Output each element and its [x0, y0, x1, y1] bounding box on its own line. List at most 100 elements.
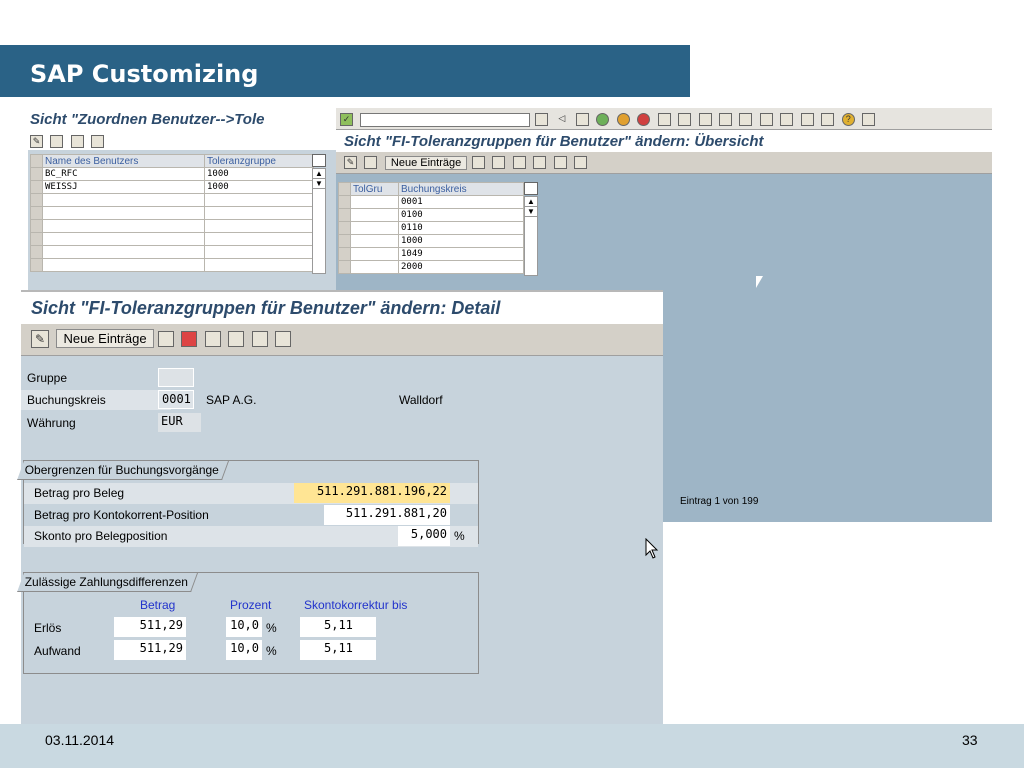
- help-icon[interactable]: ?: [841, 113, 855, 127]
- undo-icon[interactable]: [512, 156, 526, 170]
- layout-menu-icon[interactable]: [862, 113, 876, 127]
- group-cell[interactable]: 1000: [204, 180, 314, 194]
- previous-page-icon[interactable]: [739, 113, 753, 127]
- table-row[interactable]: 1049: [338, 247, 524, 261]
- table-row[interactable]: [30, 219, 314, 233]
- table-row[interactable]: [30, 206, 314, 220]
- vertical-scrollbar[interactable]: ▲ ▼: [524, 196, 538, 276]
- erloes-skonto-field[interactable]: 5,11: [300, 617, 376, 637]
- detail-title: Sicht "FI-Toleranzgruppen für Benutzer" …: [21, 290, 663, 324]
- aufwand-percent-sign: %: [266, 644, 277, 658]
- table-row[interactable]: WEISSJ 1000: [30, 180, 314, 194]
- beleg-label: Betrag pro Beleg: [34, 486, 125, 500]
- company-name: SAP A.G.: [206, 393, 257, 407]
- copy-icon[interactable]: [471, 156, 485, 170]
- row-selector-header: [30, 154, 43, 168]
- last-page-icon[interactable]: [780, 113, 794, 127]
- table-row[interactable]: 0110: [338, 221, 524, 235]
- skonto-percent-sign: %: [454, 529, 465, 543]
- shortcut-icon[interactable]: [821, 113, 835, 127]
- table-settings-icon[interactable]: [524, 182, 538, 195]
- back-icon[interactable]: [596, 113, 610, 127]
- table-row[interactable]: 0001: [338, 195, 524, 209]
- table-row[interactable]: [30, 232, 314, 246]
- display-icon[interactable]: [364, 156, 378, 170]
- bukrs-cell: 0110: [398, 221, 524, 235]
- erloes-percent-sign: %: [266, 621, 277, 635]
- first-page-icon[interactable]: [718, 113, 732, 127]
- col-bukrs-header: Buchungskreis: [398, 182, 524, 196]
- user-cell: BC_RFC: [42, 167, 205, 181]
- exit-icon[interactable]: [616, 113, 630, 127]
- scroll-down-icon[interactable]: ▼: [313, 179, 325, 189]
- scroll-down-icon[interactable]: ▼: [525, 207, 537, 217]
- table-row[interactable]: [30, 245, 314, 259]
- find-icon[interactable]: [678, 113, 692, 127]
- new-entries-button[interactable]: Neue Einträge: [56, 329, 154, 348]
- bukrs-field[interactable]: 0001: [158, 390, 194, 409]
- system-toolbar: ✓ ◁ ?: [336, 108, 992, 130]
- command-field[interactable]: [360, 112, 531, 127]
- save-icon[interactable]: [575, 113, 589, 127]
- aufwand-prozent-field[interactable]: 10,0: [226, 640, 262, 660]
- entry-counter: Eintrag 1 von 199: [680, 496, 759, 507]
- delete-icon[interactable]: [181, 330, 198, 347]
- erloes-prozent-field[interactable]: 10,0: [226, 617, 262, 637]
- table-row[interactable]: [30, 258, 314, 272]
- table-row[interactable]: [30, 193, 314, 207]
- scroll-up-icon[interactable]: ▲: [525, 197, 537, 207]
- payment-differences-group: Zulässige Zahlungsdifferenzen Betrag Pro…: [17, 572, 479, 674]
- print-icon[interactable]: [657, 113, 671, 127]
- edit-icon[interactable]: ✎: [30, 135, 43, 149]
- group-cell[interactable]: 1000: [204, 167, 314, 181]
- skonto-field[interactable]: 5,000: [398, 526, 450, 546]
- company-city: Walldorf: [399, 393, 443, 407]
- table-row[interactable]: 0100: [338, 208, 524, 222]
- col-skonto-header: Skontokorrektur bis: [304, 598, 408, 612]
- table-row[interactable]: BC_RFC 1000: [30, 167, 314, 181]
- scroll-up-icon[interactable]: ▲: [313, 169, 325, 179]
- konto-field[interactable]: 511.291.881,20: [324, 505, 450, 525]
- assign-users-grid-area: Name des Benutzers Toleranzgruppe BC_RFC…: [28, 150, 336, 290]
- history-icon[interactable]: [534, 113, 548, 127]
- deselect-all-icon[interactable]: [91, 135, 105, 149]
- table-row[interactable]: 2000: [338, 260, 524, 274]
- bukrs-cell: 1000: [398, 234, 524, 248]
- deselect-all-icon[interactable]: [573, 156, 587, 170]
- overview-table: TolGru Buchungskreis 0001 0100 0110 1000…: [338, 182, 524, 274]
- nav-back-arrow-icon[interactable]: ◁: [555, 113, 568, 126]
- vertical-scrollbar[interactable]: ▲ ▼: [312, 168, 326, 274]
- erloes-betrag-field[interactable]: 511,29: [114, 617, 186, 637]
- delete-icon[interactable]: [492, 156, 506, 170]
- previous-entry-icon[interactable]: [228, 330, 245, 347]
- new-entries-button[interactable]: Neue Einträge: [384, 155, 468, 170]
- slide-footer: 03.11.2014 33: [0, 724, 1024, 768]
- currency-label: Währung: [27, 416, 76, 430]
- next-page-icon[interactable]: [759, 113, 773, 127]
- gruppe-field[interactable]: [158, 368, 194, 387]
- aufwand-skonto-field[interactable]: 5,11: [300, 640, 376, 660]
- aufwand-betrag-field[interactable]: 511,29: [114, 640, 186, 660]
- select-block-icon[interactable]: [70, 135, 84, 149]
- copy-icon[interactable]: [158, 330, 175, 347]
- table-settings-icon[interactable]: [312, 154, 326, 167]
- edit-icon[interactable]: ✎: [344, 156, 357, 170]
- other-entry-icon[interactable]: [275, 330, 292, 347]
- table-row[interactable]: 1000: [338, 234, 524, 248]
- cancel-icon[interactable]: [637, 113, 651, 127]
- select-block-icon[interactable]: [553, 156, 567, 170]
- new-session-icon[interactable]: [800, 113, 814, 127]
- currency-field[interactable]: EUR: [158, 413, 201, 432]
- undo-icon[interactable]: [204, 330, 221, 347]
- erloes-label: Erlös: [34, 621, 62, 635]
- select-all-icon[interactable]: [50, 135, 64, 149]
- confirm-icon[interactable]: ✓: [340, 113, 353, 127]
- slide-title: SAP Customizing: [0, 45, 690, 97]
- select-all-icon[interactable]: [533, 156, 547, 170]
- detail-window: Sicht "FI-Toleranzgruppen für Benutzer" …: [17, 290, 663, 738]
- edit-icon[interactable]: ✎: [31, 329, 49, 348]
- bukrs-cell: 2000: [398, 260, 524, 274]
- beleg-field[interactable]: 511.291.881.196,22: [294, 483, 450, 503]
- next-entry-icon[interactable]: [251, 330, 268, 347]
- find-next-icon[interactable]: [698, 113, 712, 127]
